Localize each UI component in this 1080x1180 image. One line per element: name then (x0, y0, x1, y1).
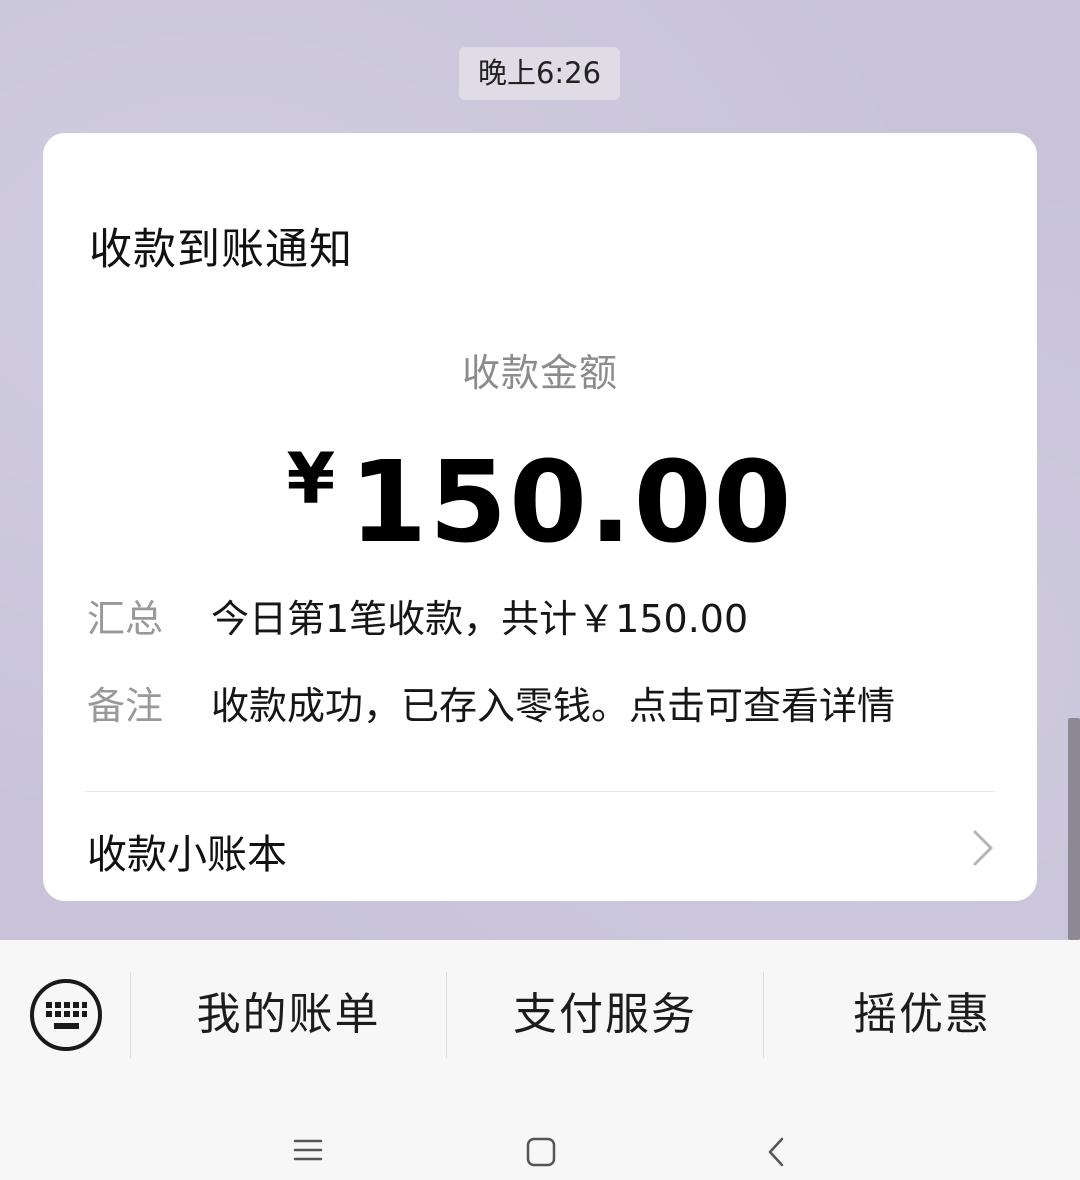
note-value: 收款成功，已存入零钱。点击可查看详情 (211, 684, 896, 728)
summary-row: 汇总 今日第1笔收款，共计￥150.00 (87, 588, 748, 643)
keyboard-icon[interactable] (29, 978, 103, 1052)
menu-payment-services[interactable]: 支付服务 (447, 972, 763, 1058)
ledger-link[interactable]: 收款小账本 (43, 792, 1037, 901)
amount-display: ¥150.00 (43, 438, 1037, 568)
currency-symbol: ¥ (286, 438, 336, 520)
menu-shake-deals[interactable]: 摇优惠 (764, 972, 1080, 1058)
amount-value: 150.00 (349, 438, 794, 568)
menu-icon[interactable] (293, 1137, 323, 1163)
summary-label: 汇总 (87, 597, 164, 641)
card-title: 收款到账通知 (89, 225, 353, 275)
summary-value: 今日第1笔收款，共计￥150.00 (211, 597, 749, 641)
menu-my-bills[interactable]: 我的账单 (131, 972, 446, 1058)
chevron-right-icon (973, 830, 993, 866)
service-menu-bar: 我的账单 支付服务 摇优惠 (0, 940, 1080, 1090)
home-icon[interactable] (526, 1137, 556, 1167)
ledger-label: 收款小账本 (87, 832, 287, 878)
amount-label: 收款金额 (461, 351, 618, 395)
note-label: 备注 (87, 684, 164, 728)
note-row: 备注 收款成功，已存入零钱。点击可查看详情 (87, 675, 895, 730)
system-navigation-bar (0, 1090, 1080, 1180)
back-icon[interactable] (766, 1137, 786, 1167)
message-timestamp: 晚上6:26 (459, 47, 620, 100)
payment-notification-card[interactable]: 收款到账通知 收款金额 ¥150.00 汇总 今日第1笔收款，共计￥150.00 … (43, 133, 1037, 901)
scroll-indicator[interactable] (1068, 718, 1080, 940)
